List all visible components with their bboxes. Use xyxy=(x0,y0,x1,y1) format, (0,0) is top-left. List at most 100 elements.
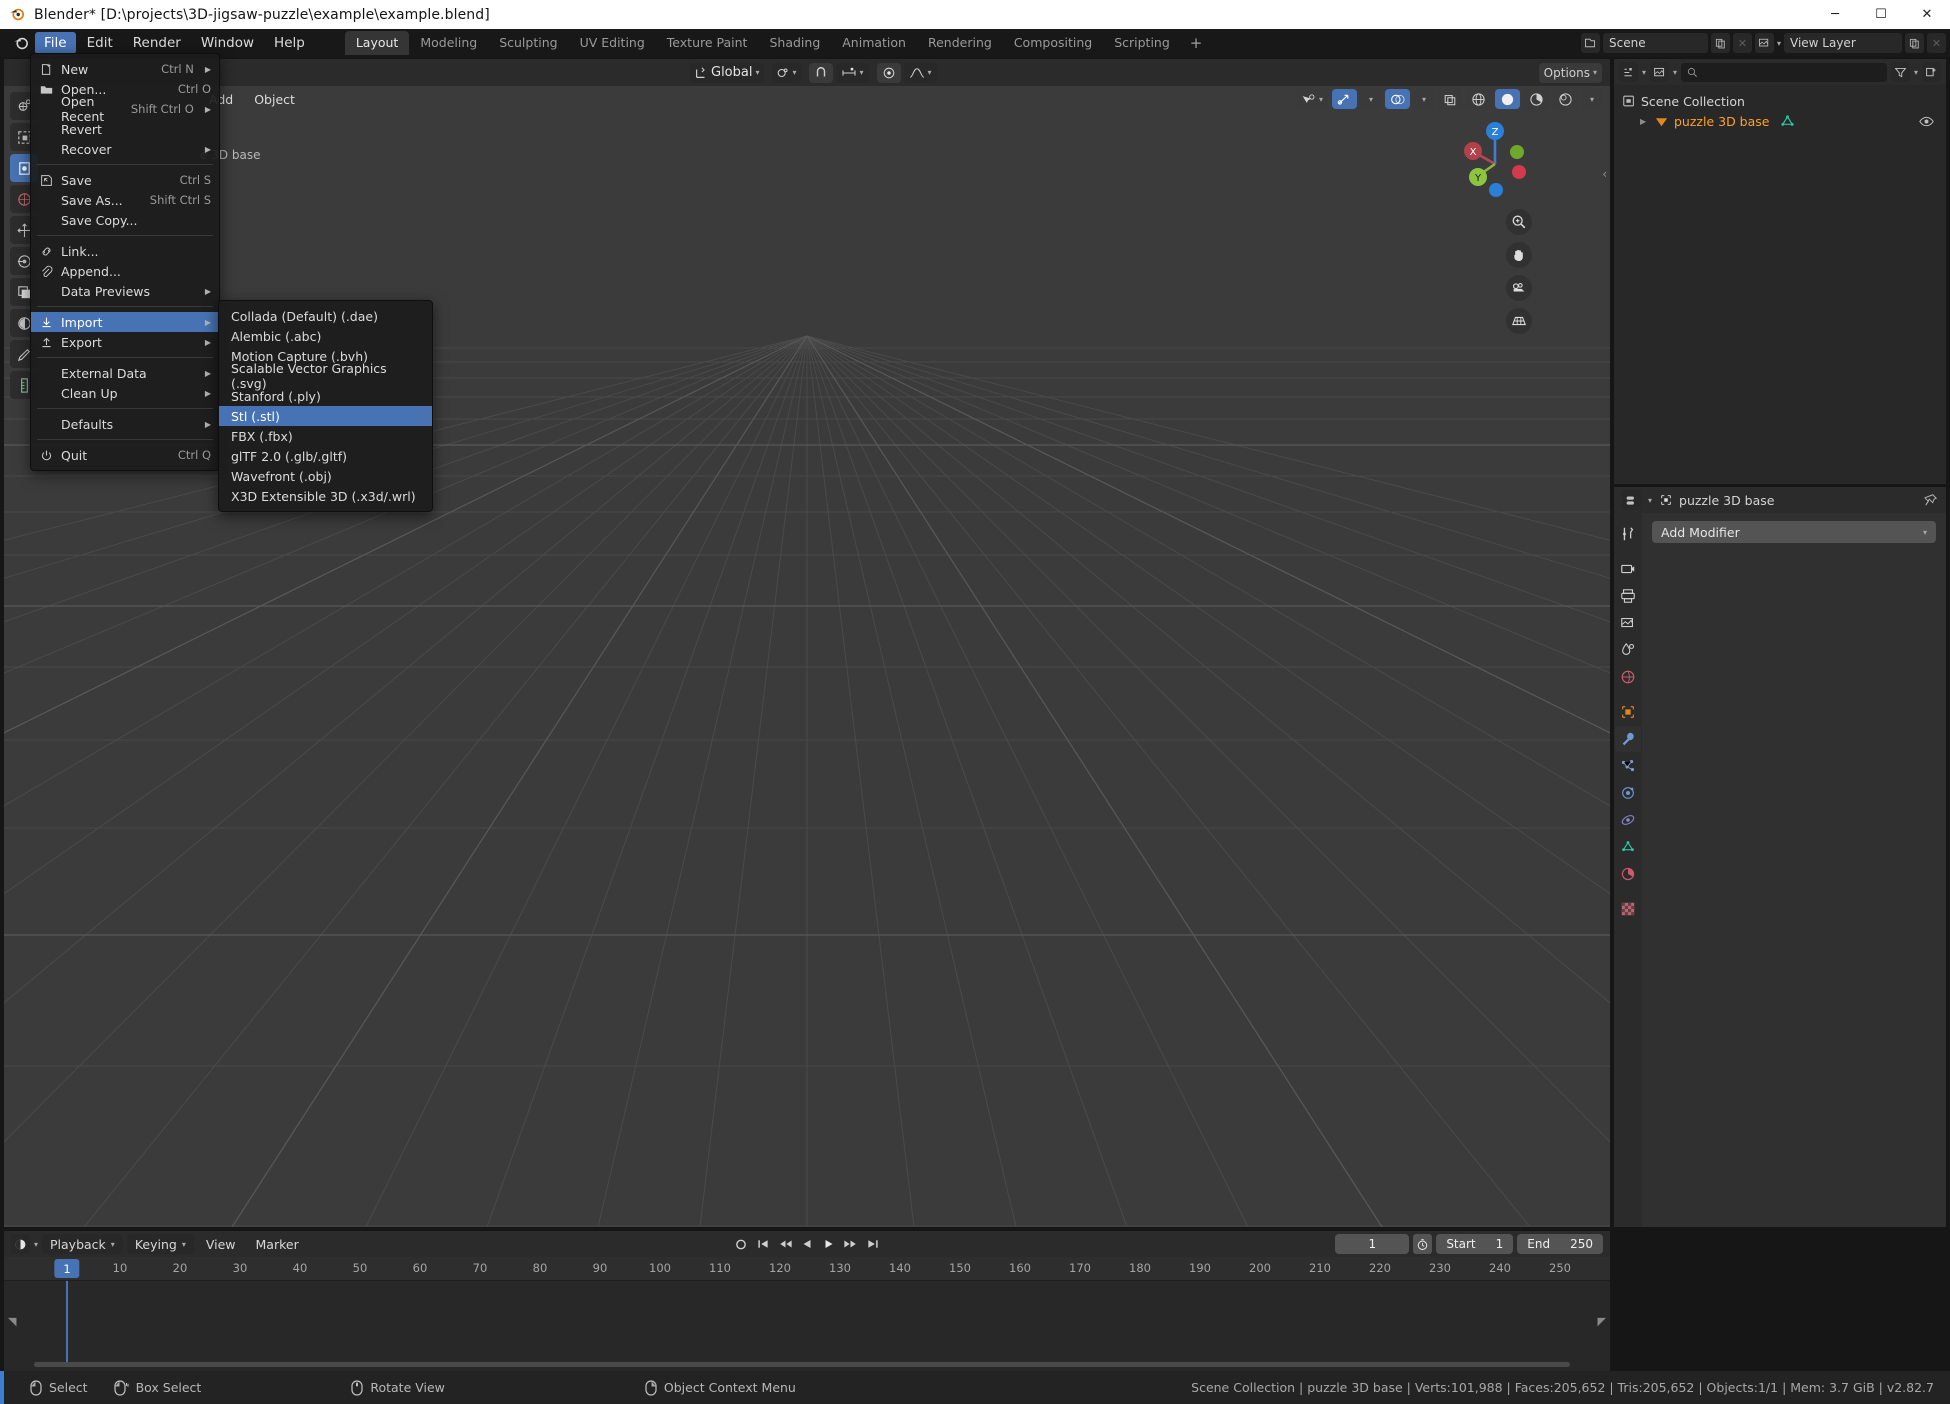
visibility-selectability-toggle[interactable]: ▾ xyxy=(1296,89,1328,109)
viewport-options-button[interactable]: Options ▾ xyxy=(1539,63,1602,83)
snap-magnet-toggle[interactable] xyxy=(809,63,833,83)
properties-tab-texture[interactable] xyxy=(1615,896,1641,922)
shading-wireframe-button[interactable] xyxy=(1466,89,1491,109)
shading-material-preview-button[interactable] xyxy=(1524,89,1549,109)
frame-range-field[interactable]: Start 1 xyxy=(1436,1234,1513,1254)
transform-orientation-group[interactable]: Global ▾ xyxy=(690,63,764,83)
play-reverse-icon[interactable] xyxy=(802,1238,814,1250)
properties-tab-view-layer[interactable] xyxy=(1615,610,1641,636)
tab-shading[interactable]: Shading xyxy=(758,31,831,55)
shading-solid-button[interactable] xyxy=(1495,89,1520,109)
outliner-search-input[interactable] xyxy=(1681,63,1887,82)
viewport-sidebar-toggle-arrow[interactable]: ‹ xyxy=(1602,167,1607,181)
menu-render[interactable]: Render xyxy=(124,32,190,54)
import-item-alembic[interactable]: Alembic (.abc) xyxy=(219,326,432,346)
file-menu-item-data-previews[interactable]: Data Previews ▶ xyxy=(31,281,219,301)
file-menu-item-save-as[interactable]: Save As... Shift Ctrl S xyxy=(31,190,219,210)
show-gizmo-toggle[interactable] xyxy=(1332,89,1357,109)
viewport-navigation-gizmo[interactable]: Z X Y xyxy=(1452,114,1538,200)
properties-tab-object[interactable] xyxy=(1615,699,1641,725)
outliner-editor-type-icon[interactable] xyxy=(1619,62,1638,82)
menu-help[interactable]: Help xyxy=(265,32,314,54)
minimize-button[interactable]: ─ xyxy=(1812,0,1858,29)
options-chevron-down-icon[interactable]: ▾ xyxy=(1593,68,1597,77)
properties-tab-scene[interactable] xyxy=(1615,637,1641,663)
camera-icon[interactable] xyxy=(1506,275,1532,301)
file-menu-item-quit[interactable]: Quit Ctrl Q xyxy=(31,445,219,465)
file-menu-item-external-data[interactable]: External Data ▶ xyxy=(31,363,219,383)
properties-editor-type-icon[interactable] xyxy=(1622,490,1641,510)
properties-tab-physics[interactable] xyxy=(1615,780,1641,806)
zoom-icon[interactable] xyxy=(1506,209,1532,235)
shading-options-dropdown[interactable]: ▾ xyxy=(1582,89,1602,109)
properties-tab-data[interactable] xyxy=(1615,834,1641,860)
outliner-filter-icon[interactable] xyxy=(1891,62,1910,82)
menu-edit[interactable]: Edit xyxy=(78,32,122,54)
tab-compositing[interactable]: Compositing xyxy=(1003,31,1103,55)
file-menu-item-revert[interactable]: Revert xyxy=(31,119,219,139)
frame-end-field[interactable]: End 250 xyxy=(1517,1234,1603,1254)
viewlayer-name-field[interactable]: View Layer xyxy=(1784,33,1902,53)
remove-viewlayer-icon[interactable]: ✕ xyxy=(1927,33,1946,53)
visibility-eye-icon[interactable] xyxy=(1919,114,1934,129)
import-item-collada[interactable]: Collada (Default) (.dae) xyxy=(219,306,432,326)
file-menu-item-export[interactable]: Export ▶ xyxy=(31,332,219,352)
viewport-menu-object[interactable]: Object xyxy=(245,89,304,110)
properties-tab-particles[interactable] xyxy=(1615,753,1641,779)
file-menu-item-link[interactable]: Link... xyxy=(31,241,219,261)
file-menu-dropdown[interactable]: New Ctrl N ▶ Open... Ctrl O Open Recent … xyxy=(30,53,220,471)
import-item-svg[interactable]: Scalable Vector Graphics (.svg) xyxy=(219,366,432,386)
timeline-playback-menu[interactable]: Playback ▾ xyxy=(42,1234,123,1254)
menu-file[interactable]: File xyxy=(35,32,76,54)
xray-toggle[interactable] xyxy=(1438,89,1462,109)
file-menu-item-import[interactable]: Import ▶ xyxy=(31,312,219,332)
outliner-filter-chevron-down-icon[interactable]: ▾ xyxy=(1914,68,1918,77)
previous-keyframe-icon[interactable] xyxy=(779,1238,793,1250)
tab-animation[interactable]: Animation xyxy=(831,31,917,55)
pivot-point-group[interactable]: ▾ xyxy=(772,63,801,83)
timeline-view-menu[interactable]: View xyxy=(198,1237,244,1252)
snap-target-group[interactable]: ▾ xyxy=(836,63,869,83)
falloff-chevron-down-icon[interactable]: ▾ xyxy=(928,68,932,77)
timeline-keying-menu[interactable]: Keying ▾ xyxy=(127,1234,194,1254)
gizmo-options-dropdown[interactable]: ▾ xyxy=(1361,89,1381,109)
tab-sculpting[interactable]: Sculpting xyxy=(488,31,568,55)
new-scene-icon[interactable] xyxy=(1711,33,1730,53)
outliner-row-scene-collection[interactable]: Scene Collection xyxy=(1614,91,1946,111)
properties-tab-modifier[interactable] xyxy=(1615,726,1641,752)
outliner-type-chevron-down-icon[interactable]: ▾ xyxy=(1642,68,1646,77)
import-item-wavefront-obj[interactable]: Wavefront (.obj) xyxy=(219,466,432,486)
file-menu-item-open[interactable]: Open... Ctrl O xyxy=(31,79,219,99)
scene-browse-icon[interactable] xyxy=(1581,33,1600,53)
outliner-row-object[interactable]: ▶ puzzle 3D base xyxy=(1614,111,1946,131)
viewport-3d[interactable]: Global ▾ ▾ ▾ xyxy=(4,59,1610,1227)
new-collection-icon[interactable] xyxy=(1922,62,1941,82)
current-frame-field[interactable]: 1 xyxy=(1335,1234,1409,1254)
file-menu-item-clean-up[interactable]: Clean Up ▶ xyxy=(31,383,219,403)
overlay-options-dropdown[interactable]: ▾ xyxy=(1414,89,1434,109)
shading-rendered-button[interactable] xyxy=(1553,89,1578,109)
import-item-fbx[interactable]: FBX (.fbx) xyxy=(219,426,432,446)
snap-chevron-down-icon[interactable]: ▾ xyxy=(860,68,864,77)
import-item-stl[interactable]: Stl (.stl) xyxy=(219,406,432,426)
timeline-marker-menu[interactable]: Marker xyxy=(248,1237,307,1252)
properties-tab-constraints[interactable] xyxy=(1615,807,1641,833)
auto-keying-stopwatch-icon[interactable] xyxy=(1413,1234,1432,1254)
pin-icon[interactable] xyxy=(1924,493,1938,507)
maximize-button[interactable]: ☐ xyxy=(1858,0,1904,29)
timeline-track-area[interactable]: ◥ ◤ xyxy=(4,1281,1610,1371)
orientation-chevron-down-icon[interactable]: ▾ xyxy=(755,68,759,77)
file-menu-item-save[interactable]: Save Ctrl S xyxy=(31,170,219,190)
timeline-left-arrow-icon[interactable]: ◥ xyxy=(8,1315,16,1328)
close-button[interactable]: ✕ xyxy=(1904,0,1950,29)
file-menu-item-new[interactable]: New Ctrl N ▶ xyxy=(31,59,219,79)
hand-icon[interactable] xyxy=(1506,242,1532,268)
properties-tab-output[interactable] xyxy=(1615,583,1641,609)
proportional-falloff-group[interactable]: ▾ xyxy=(904,63,937,83)
tab-uv-editing[interactable]: UV Editing xyxy=(569,31,656,55)
scene-name-field[interactable]: Scene xyxy=(1603,33,1708,53)
outliner-display-chevron-down-icon[interactable]: ▾ xyxy=(1673,68,1677,77)
viewlayer-browse-icon[interactable] xyxy=(1755,33,1774,53)
file-menu-item-defaults[interactable]: Defaults ▶ xyxy=(31,414,219,434)
jump-to-end-icon[interactable] xyxy=(867,1238,880,1250)
